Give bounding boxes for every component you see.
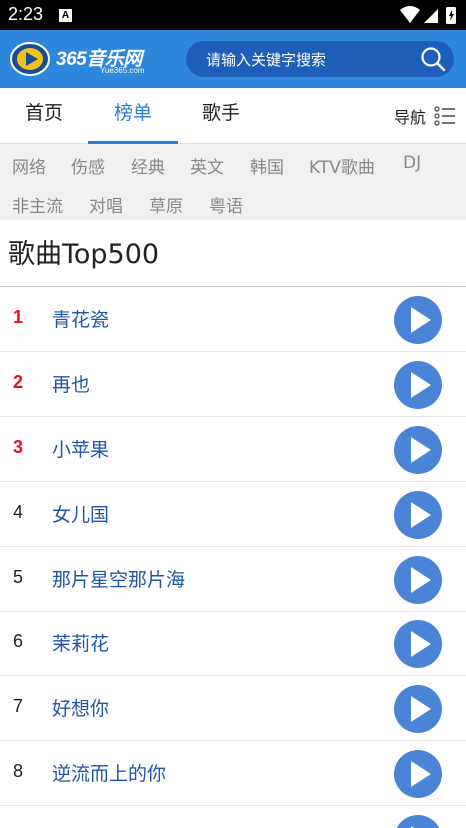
search-placeholder: 请输入关键字搜索: [206, 51, 327, 69]
notification-icon: A: [59, 9, 72, 22]
play-button[interactable]: [394, 491, 442, 539]
page-title: 歌曲Top500: [8, 239, 160, 270]
play-button[interactable]: [394, 815, 442, 828]
category-classic[interactable]: 经典: [131, 153, 165, 178]
category-cantonese[interactable]: 粤语: [209, 192, 243, 217]
category-english[interactable]: 英文: [190, 153, 224, 178]
nav-menu-button[interactable]: 导航: [376, 102, 456, 130]
tab-charts[interactable]: 榜单: [88, 88, 178, 144]
play-button[interactable]: [394, 361, 442, 409]
song-rank: 6: [13, 631, 24, 651]
main-nav: 首页 榜单 歌手 导航: [0, 88, 466, 144]
song-name-link[interactable]: 再也: [52, 370, 90, 397]
search-icon[interactable]: [420, 46, 446, 72]
play-icon: [411, 761, 431, 787]
category-dj[interactable]: DJ: [403, 153, 421, 173]
wifi-icon: [400, 6, 420, 23]
category-sad[interactable]: 伤感: [71, 153, 105, 178]
category-nonmainstream[interactable]: 非主流: [12, 192, 63, 217]
nav-menu-label: 导航: [393, 108, 426, 127]
song-rank: 3: [13, 437, 24, 457]
song-rank: 1: [13, 307, 24, 327]
tab-label: 首页: [24, 102, 63, 124]
song-rank: 5: [13, 567, 24, 587]
song-row[interactable]: 4 女儿国: [0, 482, 466, 547]
song-row[interactable]: 2 再也: [0, 352, 466, 417]
play-icon: [411, 631, 431, 657]
logo-disc-icon: [10, 42, 50, 76]
play-icon: [411, 372, 431, 398]
tab-home[interactable]: 首页: [0, 88, 88, 144]
play-icon: [411, 307, 431, 333]
play-button[interactable]: [394, 620, 442, 668]
category-bar: 网络 伤感 经典 英文 韩国 KTV歌曲 DJ 非主流 对唱 草原 粤语: [0, 144, 466, 220]
status-time: 2:23: [8, 4, 44, 24]
site-logo[interactable]: 365音乐网 Yue365.com: [10, 40, 180, 80]
play-button[interactable]: [394, 556, 442, 604]
status-icons: [400, 6, 456, 24]
tab-label: 歌手: [201, 102, 240, 124]
signal-icon: [424, 9, 438, 23]
song-row[interactable]: 1 青花瓷: [0, 287, 466, 352]
play-button[interactable]: [394, 750, 442, 798]
song-name-link[interactable]: 小苹果: [52, 435, 109, 462]
play-icon: [411, 826, 415, 828]
song-name-link[interactable]: 逆流而上的你: [52, 759, 166, 786]
song-row-partial[interactable]: [0, 806, 466, 828]
song-rank: 2: [13, 372, 24, 392]
song-name-link[interactable]: 青花瓷: [52, 305, 109, 332]
app-header: 365音乐网 Yue365.com 请输入关键字搜索: [0, 30, 466, 88]
song-name-link[interactable]: 茉莉花: [52, 629, 109, 656]
play-icon: [411, 696, 431, 722]
song-row[interactable]: 6 茉莉花: [0, 611, 466, 676]
logo-subtext: Yue365.com: [100, 66, 145, 75]
song-name-link[interactable]: 好想你: [52, 694, 109, 721]
status-bar: 2:23 A: [0, 0, 466, 30]
category-duet[interactable]: 对唱: [89, 192, 123, 217]
play-icon: [411, 567, 431, 593]
song-row[interactable]: 3 小苹果: [0, 417, 466, 482]
song-name-link[interactable]: 女儿国: [52, 500, 109, 527]
play-icon: [411, 437, 431, 463]
song-row[interactable]: 7 好想你: [0, 676, 466, 741]
tab-singers[interactable]: 歌手: [178, 88, 264, 144]
song-name-link[interactable]: 那片星空那片海: [52, 565, 185, 592]
tab-label: 榜单: [113, 102, 152, 124]
category-network[interactable]: 网络: [12, 153, 46, 178]
category-ktv[interactable]: KTV歌曲: [309, 153, 375, 178]
song-row[interactable]: 5 那片星空那片海: [0, 547, 466, 612]
play-icon: [411, 502, 431, 528]
play-button[interactable]: [394, 296, 442, 344]
song-rank: 4: [13, 502, 24, 522]
play-button[interactable]: [394, 685, 442, 733]
song-rank: 7: [13, 696, 24, 716]
category-korean[interactable]: 韩国: [250, 153, 284, 178]
play-button[interactable]: [394, 426, 442, 474]
category-grassland[interactable]: 草原: [149, 192, 183, 217]
search-input[interactable]: 请输入关键字搜索: [186, 41, 454, 77]
song-rank: 8: [13, 761, 24, 781]
song-row[interactable]: 8 逆流而上的你: [0, 741, 466, 806]
list-menu-icon: [434, 106, 455, 126]
